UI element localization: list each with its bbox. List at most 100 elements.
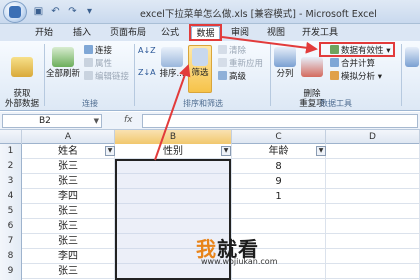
what-if-analysis-button[interactable]: 模拟分析 ▾ <box>330 71 382 82</box>
row-number[interactable]: 6 <box>0 219 22 234</box>
split-columns-icon <box>274 47 296 67</box>
formula-input[interactable] <box>142 114 418 128</box>
cell-c[interactable] <box>232 204 326 219</box>
outline-icon <box>405 47 419 67</box>
connections-icon <box>84 45 93 54</box>
cell-d[interactable] <box>326 144 420 159</box>
save-icon[interactable]: ▣ <box>32 5 45 18</box>
quick-access-toolbar: ▣ ↶ ↷ ▾ <box>32 5 96 18</box>
row-number[interactable]: 1 <box>0 144 22 159</box>
what-if-icon <box>330 71 339 80</box>
cell-a[interactable]: 张三 <box>22 234 115 249</box>
row-number[interactable]: 4 <box>0 189 22 204</box>
refresh-icon <box>52 47 74 67</box>
remove-duplicates-icon <box>301 57 323 77</box>
sort-za-icon[interactable]: Z↓A <box>138 67 156 78</box>
cell-d[interactable] <box>326 249 420 264</box>
row-number[interactable]: 7 <box>0 234 22 249</box>
group-label-data-tools: 数据工具 <box>320 99 352 108</box>
properties-button[interactable]: 属性 <box>84 58 112 69</box>
row-number[interactable]: 3 <box>0 174 22 189</box>
group-divider <box>134 44 135 106</box>
edit-links-button[interactable]: 编辑链接 <box>84 71 129 82</box>
group-divider <box>401 44 402 106</box>
cell-d[interactable] <box>326 264 420 279</box>
cell-a[interactable]: 张三 <box>22 159 115 174</box>
column-headers: A B C D <box>0 130 420 144</box>
tab-home[interactable]: 开始 <box>30 26 58 41</box>
undo-icon[interactable]: ↶ <box>49 5 62 18</box>
group-label-connections: 连接 <box>82 99 98 108</box>
tab-insert[interactable]: 插入 <box>68 26 96 41</box>
sort-az-icon[interactable]: A↓Z <box>138 45 156 56</box>
advanced-filter-icon <box>218 71 227 80</box>
row-number[interactable]: 2 <box>0 159 22 174</box>
refresh-all-button[interactable]: 全部刷新 <box>46 47 80 79</box>
highlight-data-tab <box>189 24 222 41</box>
advanced-button[interactable]: 高级 <box>218 71 246 82</box>
filter-dropdown-icon[interactable]: ▼ <box>105 146 115 156</box>
row-number[interactable]: 8 <box>0 249 22 264</box>
select-all-corner[interactable] <box>0 130 22 144</box>
cell-d[interactable] <box>326 174 420 189</box>
highlight-data-validation <box>319 42 395 57</box>
cell-a[interactable]: 张三 <box>22 204 115 219</box>
column-header-b[interactable]: B <box>115 130 232 144</box>
cell-c[interactable]: 1 <box>232 189 326 204</box>
row-number[interactable]: 9 <box>0 264 22 279</box>
cell-c[interactable]: 8 <box>232 159 326 174</box>
column-header-a[interactable]: A <box>22 130 115 144</box>
column-header-c[interactable]: C <box>232 130 326 144</box>
reapply-icon <box>218 58 227 67</box>
text-to-columns-button[interactable]: 分列 <box>272 47 298 79</box>
name-box[interactable]: B2 ▼ <box>2 114 102 128</box>
cell-d[interactable] <box>326 204 420 219</box>
row-number[interactable]: 5 <box>0 204 22 219</box>
tab-review[interactable]: 审阅 <box>226 26 254 41</box>
watermark-logo: 我就看 www.wojiukan.com <box>196 237 278 266</box>
cell-d[interactable] <box>326 189 420 204</box>
office-logo-icon <box>9 6 21 18</box>
tab-view[interactable]: 视图 <box>262 26 290 41</box>
filter-dropdown-icon[interactable]: ▼ <box>221 146 231 156</box>
cell-a[interactable]: 李四 <box>22 189 115 204</box>
filter-dropdown-icon[interactable]: ▼ <box>316 146 326 156</box>
group-divider <box>270 44 271 106</box>
window-title: excel下拉菜单怎么做.xls [兼容模式] - Microsoft Exce… <box>140 9 377 20</box>
tab-developer[interactable]: 开发工具 <box>298 26 342 41</box>
cell-c[interactable]: 年龄 <box>232 144 326 159</box>
database-icon <box>11 57 33 77</box>
cell-c[interactable] <box>232 219 326 234</box>
cell-d[interactable] <box>326 159 420 174</box>
cell-d[interactable] <box>326 219 420 234</box>
get-external-data-button[interactable]: 获取 外部数据 <box>2 47 42 109</box>
cell-a[interactable]: 张三 <box>22 264 115 279</box>
filter-funnel-icon <box>192 48 208 66</box>
clear-button[interactable]: 清除 <box>218 45 246 56</box>
title-bar: ▣ ↶ ↷ ▾ excel下拉菜单怎么做.xls [兼容模式] - Micros… <box>0 0 420 24</box>
chevron-down-icon[interactable]: ▼ <box>94 115 99 127</box>
cell-a[interactable]: 张三 <box>22 174 115 189</box>
cell-a[interactable]: 张三 <box>22 219 115 234</box>
tab-page-layout[interactable]: 页面布局 <box>106 26 150 41</box>
cell-d[interactable] <box>326 234 420 249</box>
office-button[interactable] <box>3 1 27 23</box>
filter-button[interactable]: 筛选 <box>188 45 212 93</box>
sort-button[interactable]: 排序... <box>158 47 186 79</box>
cell-a[interactable]: 李四 <box>22 249 115 264</box>
cell-a[interactable]: 姓名 <box>22 144 115 159</box>
formula-bar: B2 ▼ fx <box>0 112 420 130</box>
column-header-d[interactable]: D <box>326 130 420 144</box>
customize-icon[interactable]: ▾ <box>83 5 96 18</box>
redo-icon[interactable]: ↷ <box>66 5 79 18</box>
reapply-button[interactable]: 重新应用 <box>218 58 263 69</box>
connections-button[interactable]: 连接 <box>84 45 112 56</box>
cell-c[interactable]: 9 <box>232 174 326 189</box>
fx-icon[interactable]: fx <box>124 115 133 125</box>
tab-formulas[interactable]: 公式 <box>156 26 184 41</box>
properties-icon <box>84 58 93 67</box>
table-row: 1 姓名 性别 年龄 ▼ ▼ ▼ <box>0 144 420 159</box>
cell-b[interactable]: 性别 <box>115 144 232 159</box>
consolidate-button[interactable]: 合并计算 <box>330 58 375 69</box>
outline-button[interactable] <box>404 47 420 69</box>
